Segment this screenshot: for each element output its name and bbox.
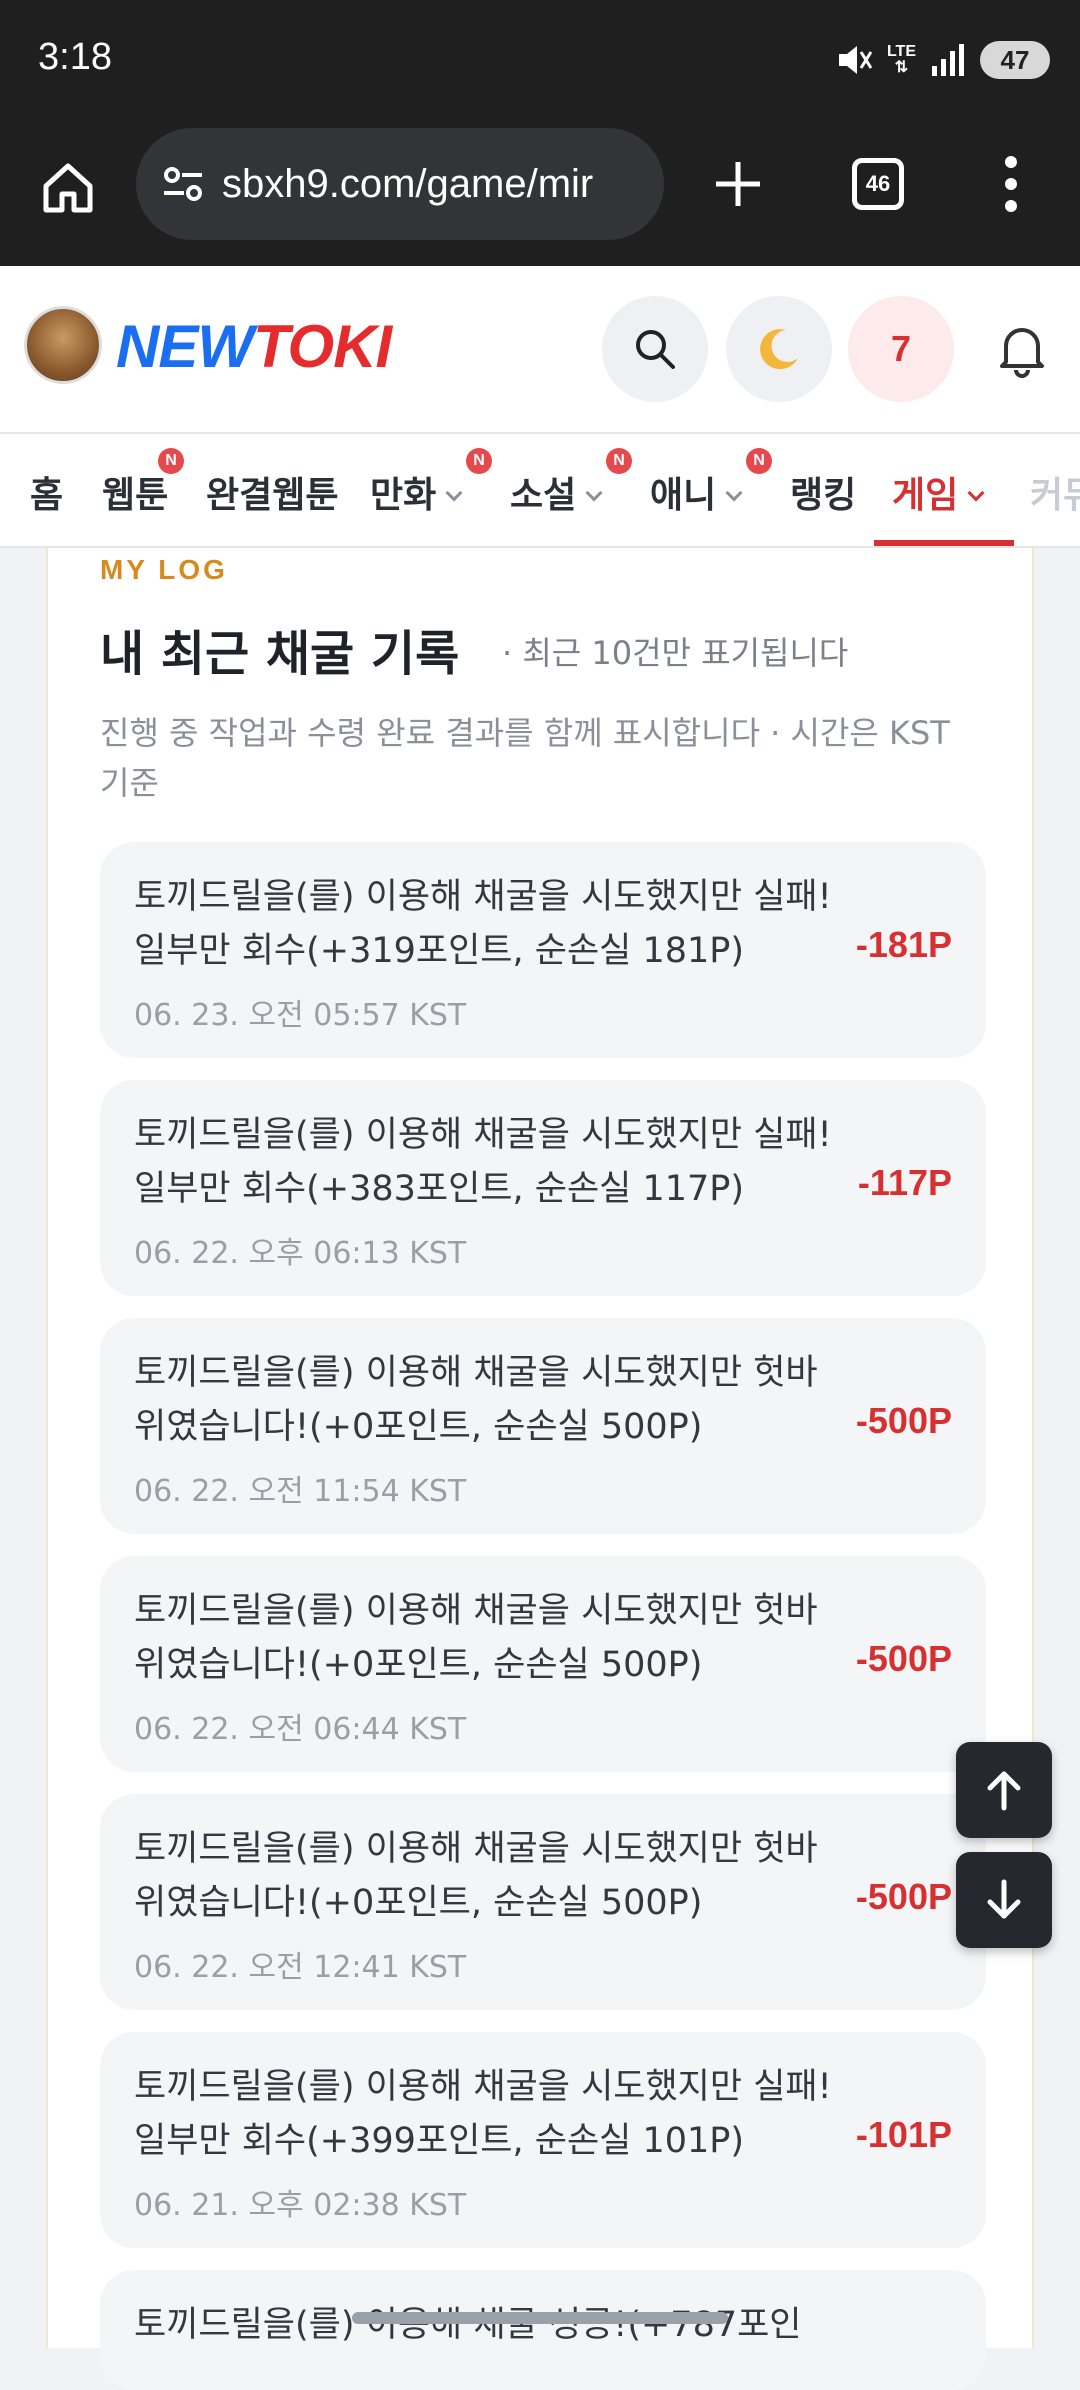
new-badge: N bbox=[158, 448, 184, 474]
more-menu-icon[interactable] bbox=[996, 152, 1026, 216]
nav-home[interactable]: 홈 bbox=[30, 466, 63, 518]
notification-count-button[interactable]: 7 bbox=[848, 296, 954, 402]
log-entry: 토끼드릴을(를) 이용해 채굴을 시도했지만 실패! 일부만 회수(+383포인… bbox=[100, 1080, 986, 1296]
log-entry-amount: -500P bbox=[855, 1400, 952, 1441]
logo-mascot-image[interactable] bbox=[24, 306, 102, 384]
new-badge: N bbox=[746, 448, 772, 474]
scroll-bottom-button[interactable] bbox=[956, 1852, 1052, 1948]
nav-ranking[interactable]: 랭킹 bbox=[790, 466, 856, 518]
log-entry: 토끼드릴을(를) 이용해 채굴을 시도했지만 헛바위였습니다!(+0포인트, 순… bbox=[100, 1556, 986, 1772]
url-text: sbxh9.com/game/mir bbox=[222, 161, 594, 206]
log-entry: 토끼드릴을(를) 이용해 채굴을 시도했지만 헛바위였습니다!(+0포인트, 순… bbox=[100, 1794, 986, 2010]
chevron-down-icon bbox=[967, 484, 985, 502]
category-nav: 홈 웹툰N 완결웹툰 만화N 소설N 애니N 랭킹 게임 커뮤 bbox=[0, 434, 1080, 548]
log-entry-text: 토끼드릴을(를) 이용해 채굴을 시도했지만 헛바위였습니다!(+0포인트, 순… bbox=[134, 1829, 818, 1923]
section-description: 진행 중 작업과 수령 완료 결과를 함께 표시합니다 · 시간은 KST 기준 bbox=[100, 714, 950, 802]
site-logo[interactable]: NEWTOKI bbox=[116, 312, 392, 381]
home-icon[interactable] bbox=[38, 158, 98, 218]
nav-novel[interactable]: 소설 N bbox=[510, 448, 632, 518]
log-entry-amount: -500P bbox=[855, 1638, 952, 1679]
chevron-down-icon bbox=[725, 484, 743, 502]
chevron-down-icon bbox=[585, 484, 603, 502]
section-title: 내 최근 채굴 기록 bbox=[100, 626, 460, 682]
new-tab-icon[interactable] bbox=[710, 156, 766, 212]
log-entry-time: 06. 22. 오전 12:41 KST bbox=[134, 1950, 467, 1985]
search-button[interactable] bbox=[602, 296, 708, 402]
log-entry-time: 06. 22. 오후 06:13 KST bbox=[134, 1236, 467, 1271]
site-header: NEWTOKI 7 bbox=[0, 266, 1080, 434]
scroll-top-button[interactable] bbox=[956, 1742, 1052, 1838]
gesture-home-indicator[interactable] bbox=[352, 2312, 728, 2324]
log-entry: 토끼드릴을(를) 이용해 채굴을 시도했지만 실패! 일부만 회수(+319포인… bbox=[100, 842, 986, 1058]
section-note: · 최근 10건만 표기됩니다 bbox=[502, 634, 849, 672]
status-time: 3:18 bbox=[38, 36, 112, 78]
browser-toolbar: sbxh9.com/game/mir 46 bbox=[0, 120, 1080, 266]
log-entry: 토끼드릴을(를) 이용해 채굴을 시도했지만 헛바위였습니다!(+0포인트, 순… bbox=[100, 1318, 986, 1534]
nav-manga[interactable]: 만화 N bbox=[370, 448, 492, 518]
log-entry-text: 토끼드릴을(를) 이용해 채굴을 시도했지만 실패! 일부만 회수(+383포인… bbox=[134, 1115, 832, 1209]
dark-mode-toggle[interactable] bbox=[726, 296, 832, 402]
mining-log-card: MY LOG 내 최근 채굴 기록 · 최근 10건만 표기됩니다 진행 중 작… bbox=[46, 548, 1034, 2390]
log-entry-amount: -117P bbox=[857, 1162, 952, 1203]
log-entry-amount: -181P bbox=[855, 924, 952, 965]
signal-icon bbox=[932, 44, 964, 76]
battery-indicator: 47 bbox=[980, 41, 1050, 79]
nav-community[interactable]: 커뮤 bbox=[1030, 466, 1080, 518]
nav-webtoon[interactable]: 웹툰 N bbox=[102, 448, 184, 518]
status-bar: 3:18 LTE ⇅ 47 bbox=[0, 0, 1080, 120]
new-badge: N bbox=[466, 448, 492, 474]
log-entry-time: 06. 23. 오전 05:57 KST bbox=[134, 998, 467, 1033]
log-entry-text: 토끼드릴을(를) 이용해 채굴을 시도했지만 헛바위였습니다!(+0포인트, 순… bbox=[134, 1591, 818, 1685]
mute-icon bbox=[838, 46, 873, 74]
log-entry-time: 06. 22. 오전 11:54 KST bbox=[134, 1474, 467, 1509]
tab-switcher-button[interactable]: 46 bbox=[852, 158, 904, 210]
log-entry-text: 토끼드릴을(를) 이용해 채굴을 시도했지만 실패! 일부만 회수(+399포인… bbox=[134, 2067, 832, 2161]
log-entry-time: 06. 21. 오후 02:38 KST bbox=[134, 2188, 467, 2223]
address-bar[interactable]: sbxh9.com/game/mir bbox=[136, 128, 664, 240]
section-eyebrow: MY LOG bbox=[100, 554, 228, 585]
site-settings-icon[interactable] bbox=[158, 159, 208, 209]
arrow-down-icon bbox=[987, 1879, 1021, 1919]
bell-icon[interactable] bbox=[996, 322, 1048, 378]
status-icons: LTE ⇅ 47 bbox=[833, 38, 1050, 82]
new-badge: N bbox=[606, 448, 632, 474]
log-entry-text: 토끼드릴을(를) 이용해 채굴을 시도했지만 헛바위였습니다!(+0포인트, 순… bbox=[134, 1353, 818, 1447]
log-entry-text: 토끼드릴을(를) 이용해 채굴 성공!(+787포인 bbox=[134, 2305, 802, 2345]
arrow-up-icon bbox=[987, 1771, 1021, 1811]
moon-icon bbox=[760, 329, 798, 370]
log-entry: 토끼드릴을(를) 이용해 채굴을 시도했지만 실패! 일부만 회수(+399포인… bbox=[100, 2032, 986, 2248]
log-entry: 토끼드릴을(를) 이용해 채굴 성공!(+787포인 bbox=[100, 2270, 986, 2390]
search-icon bbox=[636, 330, 675, 369]
nav-game[interactable]: 게임 bbox=[892, 466, 985, 518]
active-tab-indicator bbox=[874, 540, 1014, 546]
log-entry-amount: -500P bbox=[855, 1876, 952, 1917]
chevron-down-icon bbox=[445, 484, 463, 502]
network-type: LTE ⇅ bbox=[886, 43, 916, 76]
log-entry-time: 06. 22. 오전 06:44 KST bbox=[134, 1712, 467, 1747]
log-entry-amount: -101P bbox=[855, 2114, 952, 2155]
log-entry-text: 토끼드릴을(를) 이용해 채굴을 시도했지만 실패! 일부만 회수(+319포인… bbox=[134, 877, 832, 971]
nav-completed-webtoon[interactable]: 완결웹툰 bbox=[206, 466, 338, 518]
nav-anime[interactable]: 애니 N bbox=[650, 448, 772, 518]
